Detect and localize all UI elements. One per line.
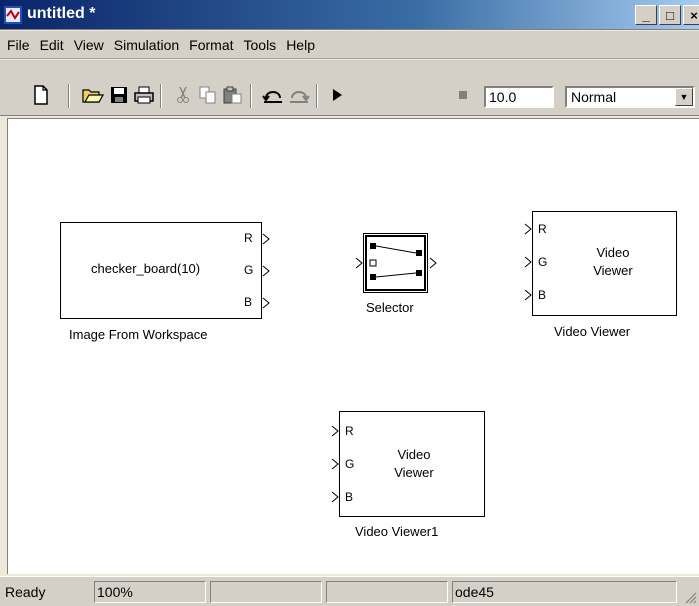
input-port-label-r: R bbox=[345, 424, 354, 438]
open-folder-icon bbox=[82, 89, 104, 103]
menu-edit[interactable]: Edit bbox=[35, 33, 69, 57]
toolbar: Normal ▼ bbox=[0, 60, 699, 116]
simulink-app-icon bbox=[4, 6, 22, 24]
status-solver: ode45 bbox=[452, 581, 677, 603]
copy-icon bbox=[199, 86, 216, 104]
video-viewer1-block[interactable]: R G B Video Viewer bbox=[339, 411, 485, 517]
input-port-label-r: R bbox=[538, 222, 547, 236]
menu-bar: File Edit View Simulation Format Tools H… bbox=[0, 31, 699, 59]
stop-simulation-button[interactable] bbox=[452, 84, 474, 106]
save-icon bbox=[111, 87, 127, 103]
menu-format[interactable]: Format bbox=[184, 33, 238, 57]
input-port-arrow[interactable] bbox=[524, 223, 532, 235]
toolbar-separator bbox=[160, 84, 162, 108]
output-port-arrow[interactable] bbox=[262, 297, 270, 309]
save-button[interactable] bbox=[108, 84, 130, 106]
close-button[interactable]: × bbox=[683, 5, 699, 25]
menu-tools[interactable]: Tools bbox=[239, 33, 282, 57]
cut-icon bbox=[177, 86, 189, 103]
input-port-label-g: G bbox=[345, 457, 355, 471]
output-port-arrow[interactable] bbox=[262, 265, 270, 277]
stop-icon bbox=[459, 91, 467, 99]
print-icon bbox=[134, 86, 154, 104]
paste-icon bbox=[223, 86, 242, 104]
block-title-line1: Video bbox=[397, 447, 431, 462]
input-port-label-b: B bbox=[345, 490, 354, 504]
start-simulation-button[interactable] bbox=[326, 84, 348, 106]
block-expression: checker_board(10) bbox=[91, 261, 201, 276]
input-port-arrow[interactable] bbox=[331, 425, 339, 437]
block-caption[interactable]: Image From Workspace bbox=[69, 327, 207, 342]
resize-grip-icon[interactable] bbox=[683, 590, 697, 604]
block-caption[interactable]: Video Viewer1 bbox=[355, 524, 438, 539]
input-port-arrow[interactable] bbox=[331, 458, 339, 470]
block-title-line2: Viewer bbox=[394, 465, 434, 480]
status-state: Ready bbox=[5, 584, 46, 600]
play-icon bbox=[333, 89, 342, 101]
maximize-button[interactable]: □ bbox=[659, 5, 681, 25]
dropdown-arrow-icon[interactable]: ▼ bbox=[675, 88, 693, 106]
new-file-icon bbox=[34, 85, 48, 105]
redo-icon bbox=[290, 91, 310, 103]
input-port-arrow[interactable] bbox=[524, 256, 532, 268]
output-port-arrow[interactable] bbox=[262, 233, 270, 245]
status-cell-empty bbox=[210, 581, 322, 603]
toolbar-separator bbox=[250, 84, 252, 108]
menu-simulation[interactable]: Simulation bbox=[109, 33, 184, 57]
stop-time-input[interactable] bbox=[484, 86, 554, 108]
redo-button[interactable] bbox=[288, 84, 310, 106]
open-button[interactable] bbox=[82, 84, 104, 106]
simulation-mode-value: Normal bbox=[571, 89, 617, 105]
title-bar: untitled * _ □ × bbox=[0, 0, 699, 30]
simulation-mode-select[interactable]: Normal ▼ bbox=[565, 86, 695, 108]
input-port-arrow[interactable] bbox=[355, 257, 363, 269]
undo-button[interactable] bbox=[262, 84, 284, 106]
menu-view[interactable]: View bbox=[69, 33, 109, 57]
output-port-label-g: G bbox=[244, 263, 254, 277]
toolbar-separator bbox=[68, 84, 70, 108]
window-controls: _ □ × bbox=[635, 5, 699, 25]
window-title: untitled * bbox=[27, 5, 96, 22]
selector-block[interactable] bbox=[363, 233, 428, 293]
minimize-button[interactable]: _ bbox=[635, 5, 657, 25]
block-caption[interactable]: Video Viewer bbox=[554, 324, 630, 339]
input-port-arrow[interactable] bbox=[331, 491, 339, 503]
block-title-line1: Video bbox=[596, 245, 630, 260]
block-caption[interactable]: Selector bbox=[366, 300, 414, 315]
status-bar: Ready 100% ode45 bbox=[0, 576, 699, 606]
copy-button[interactable] bbox=[197, 84, 219, 106]
print-button[interactable] bbox=[133, 84, 155, 106]
undo-icon bbox=[262, 91, 282, 103]
output-port-label-r: R bbox=[244, 231, 253, 245]
output-port-arrow[interactable] bbox=[429, 257, 437, 269]
selector-routing-icon bbox=[365, 235, 426, 291]
toolbar-separator bbox=[316, 84, 318, 108]
paste-button[interactable] bbox=[222, 84, 244, 106]
input-port-arrow[interactable] bbox=[524, 289, 532, 301]
status-zoom: 100% bbox=[94, 581, 206, 603]
cut-button[interactable] bbox=[172, 84, 194, 106]
menu-help[interactable]: Help bbox=[281, 33, 320, 57]
status-cell-empty bbox=[326, 581, 448, 603]
output-port-label-b: B bbox=[244, 295, 253, 309]
input-port-label-b: B bbox=[538, 288, 547, 302]
menu-file[interactable]: File bbox=[2, 33, 35, 57]
block-title-line2: Viewer bbox=[593, 263, 633, 278]
image-from-workspace-block[interactable]: checker_board(10) R G B bbox=[60, 222, 262, 319]
video-viewer-block[interactable]: R G B Video Viewer bbox=[532, 211, 677, 316]
model-canvas[interactable]: checker_board(10) R G B Image From Works… bbox=[7, 118, 699, 574]
new-file-button[interactable] bbox=[30, 84, 52, 106]
input-port-label-g: G bbox=[538, 255, 548, 269]
